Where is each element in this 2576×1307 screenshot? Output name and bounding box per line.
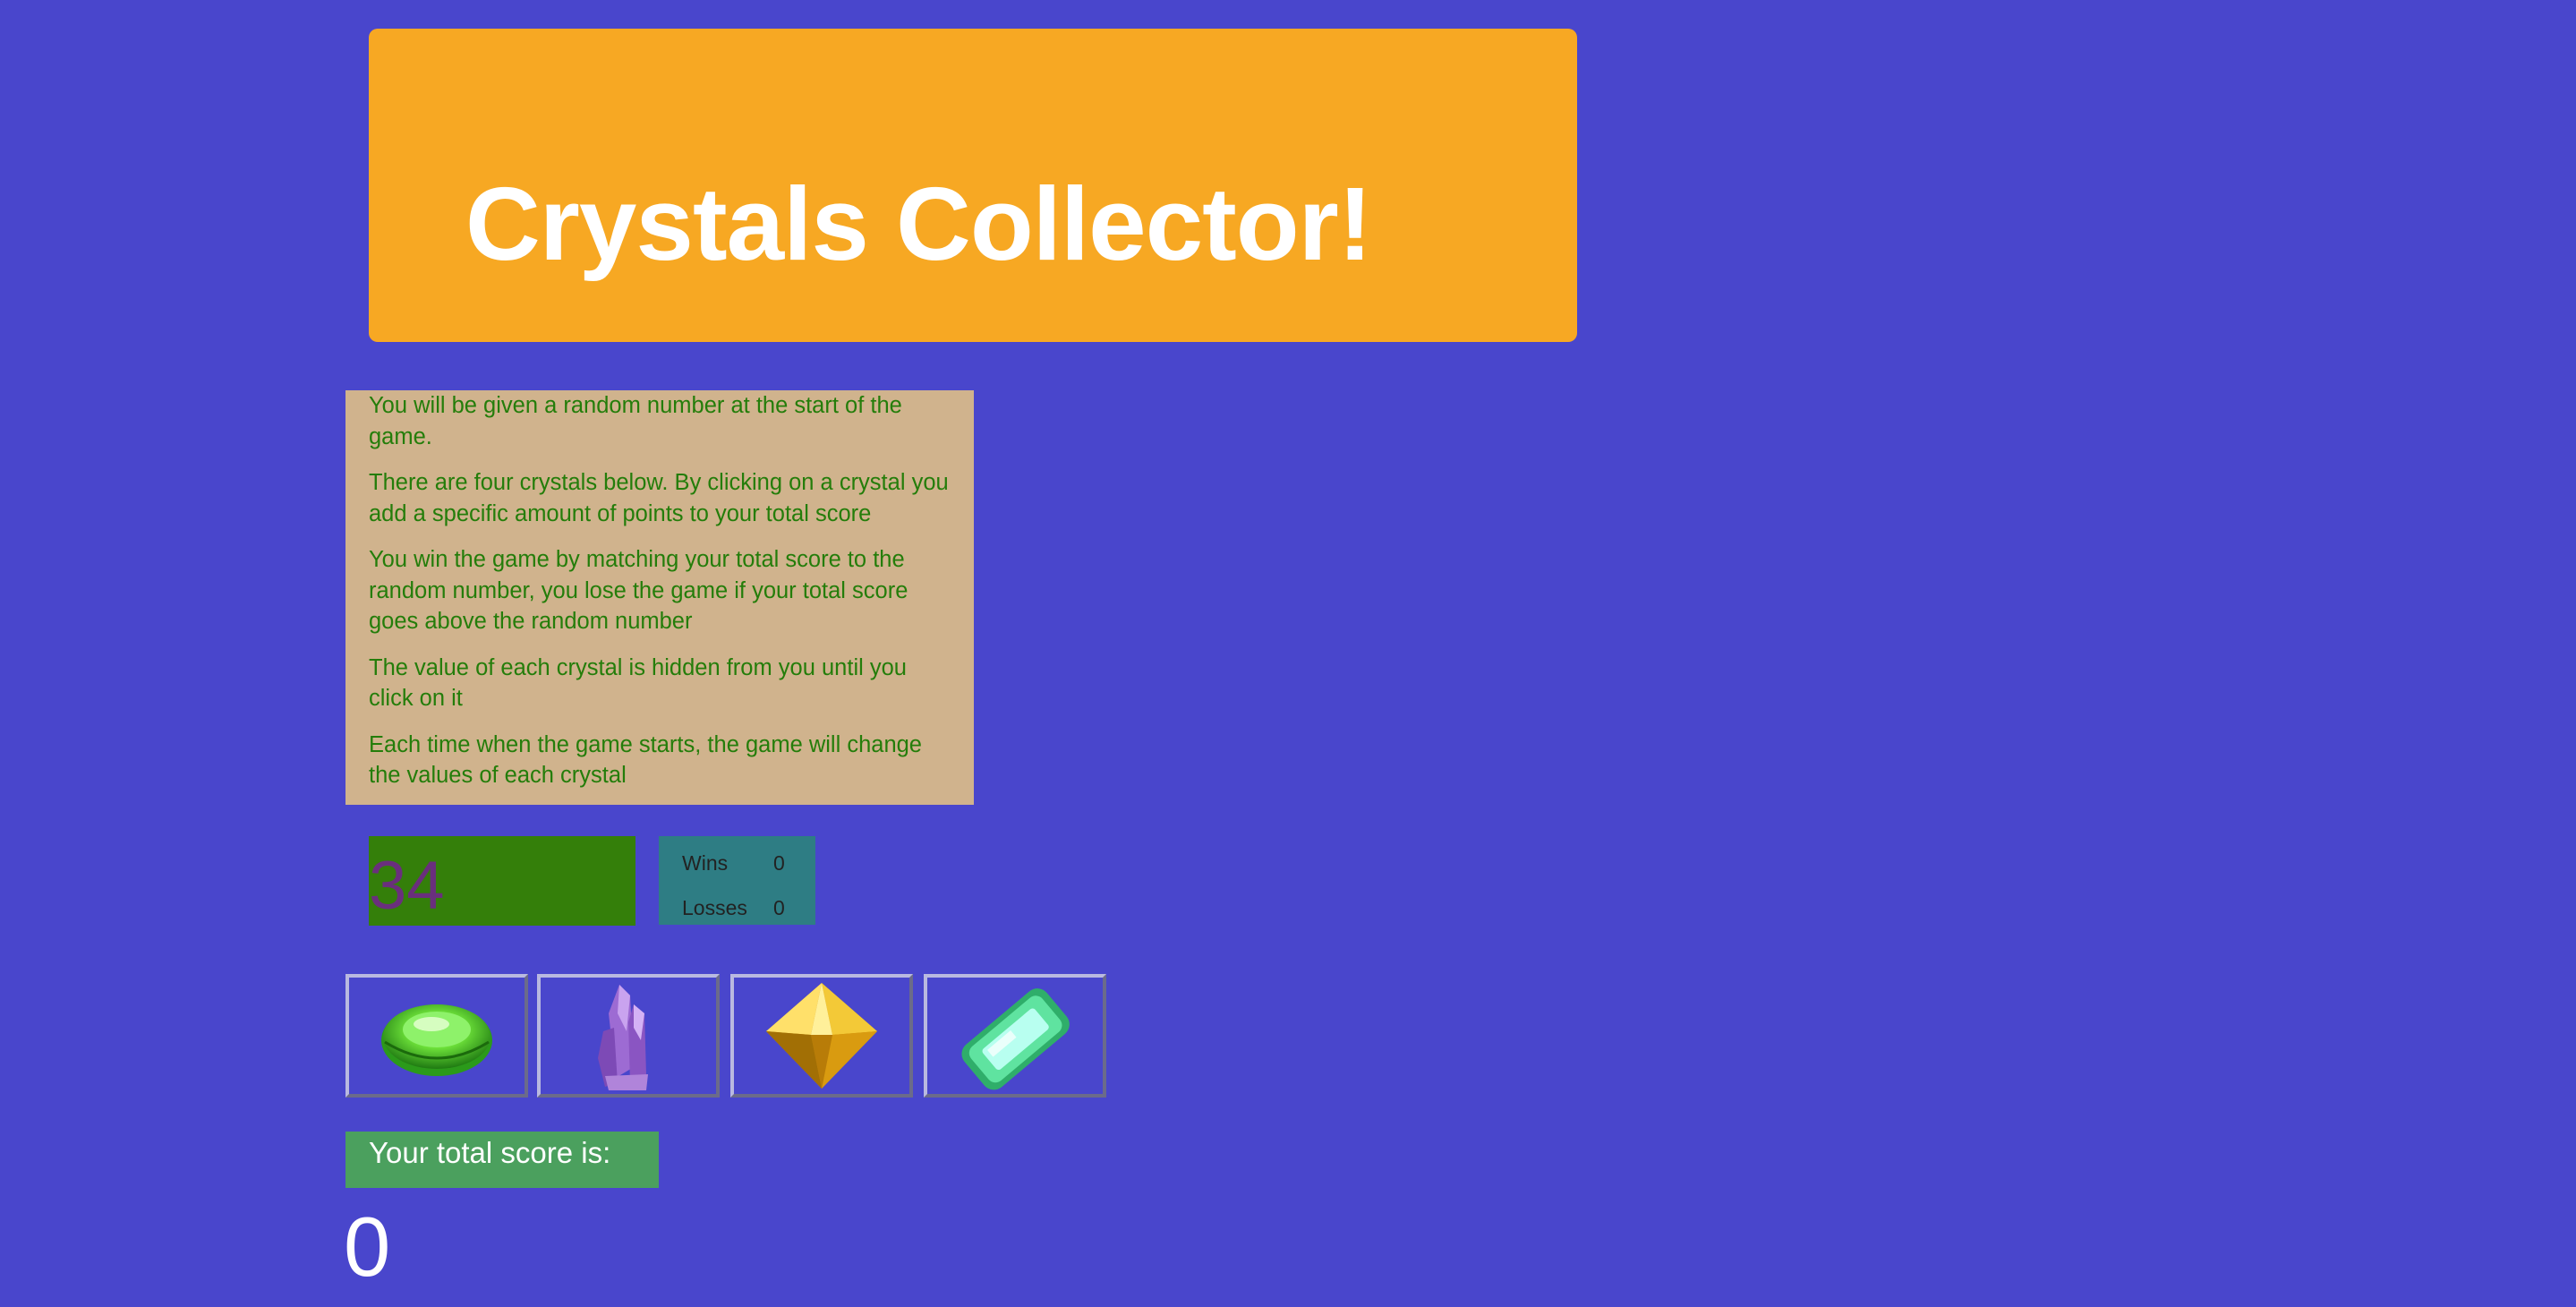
instruction-text: You win the game by matching your total …	[369, 547, 908, 634]
random-number-box: 34	[369, 836, 635, 926]
random-number: 34	[369, 848, 445, 924]
instruction-text: The value of each crystal is hidden from…	[369, 654, 907, 712]
green-oval-gem-icon	[381, 1004, 492, 1076]
wins-label: Wins	[682, 851, 729, 875]
instructions-panel: You will be given a random number at the…	[345, 390, 974, 805]
yellow-octahedron-gem-icon	[766, 983, 877, 1089]
page-title: Crystals Collector!	[465, 166, 1372, 282]
header-banner: Crystals Collector!	[369, 29, 1577, 342]
losses-row: Losses 0	[682, 894, 798, 921]
wins-count: 0	[773, 851, 785, 875]
instruction-text: Each time when the game starts, the game…	[369, 731, 922, 789]
instruction-text: You will be given a random number at the…	[369, 393, 902, 449]
crystal-button-3[interactable]	[730, 974, 913, 1098]
green-emerald-cut-gem-icon	[961, 988, 1070, 1090]
purple-amethyst-cluster-icon	[598, 985, 648, 1090]
crystal-button-1[interactable]	[345, 974, 528, 1098]
losses-label: Losses	[682, 896, 747, 919]
losses-count: 0	[773, 896, 785, 919]
wins-row: Wins 0	[682, 850, 798, 876]
instruction-text: There are four crystals below. By clicki…	[369, 470, 949, 526]
stats-panel: Wins 0 Losses 0	[659, 836, 815, 925]
total-score-value: 0	[344, 1200, 391, 1294]
crystal-button-4[interactable]	[924, 974, 1106, 1098]
total-score-label: Your total score is:	[345, 1132, 659, 1188]
crystal-button-2[interactable]	[537, 974, 720, 1098]
